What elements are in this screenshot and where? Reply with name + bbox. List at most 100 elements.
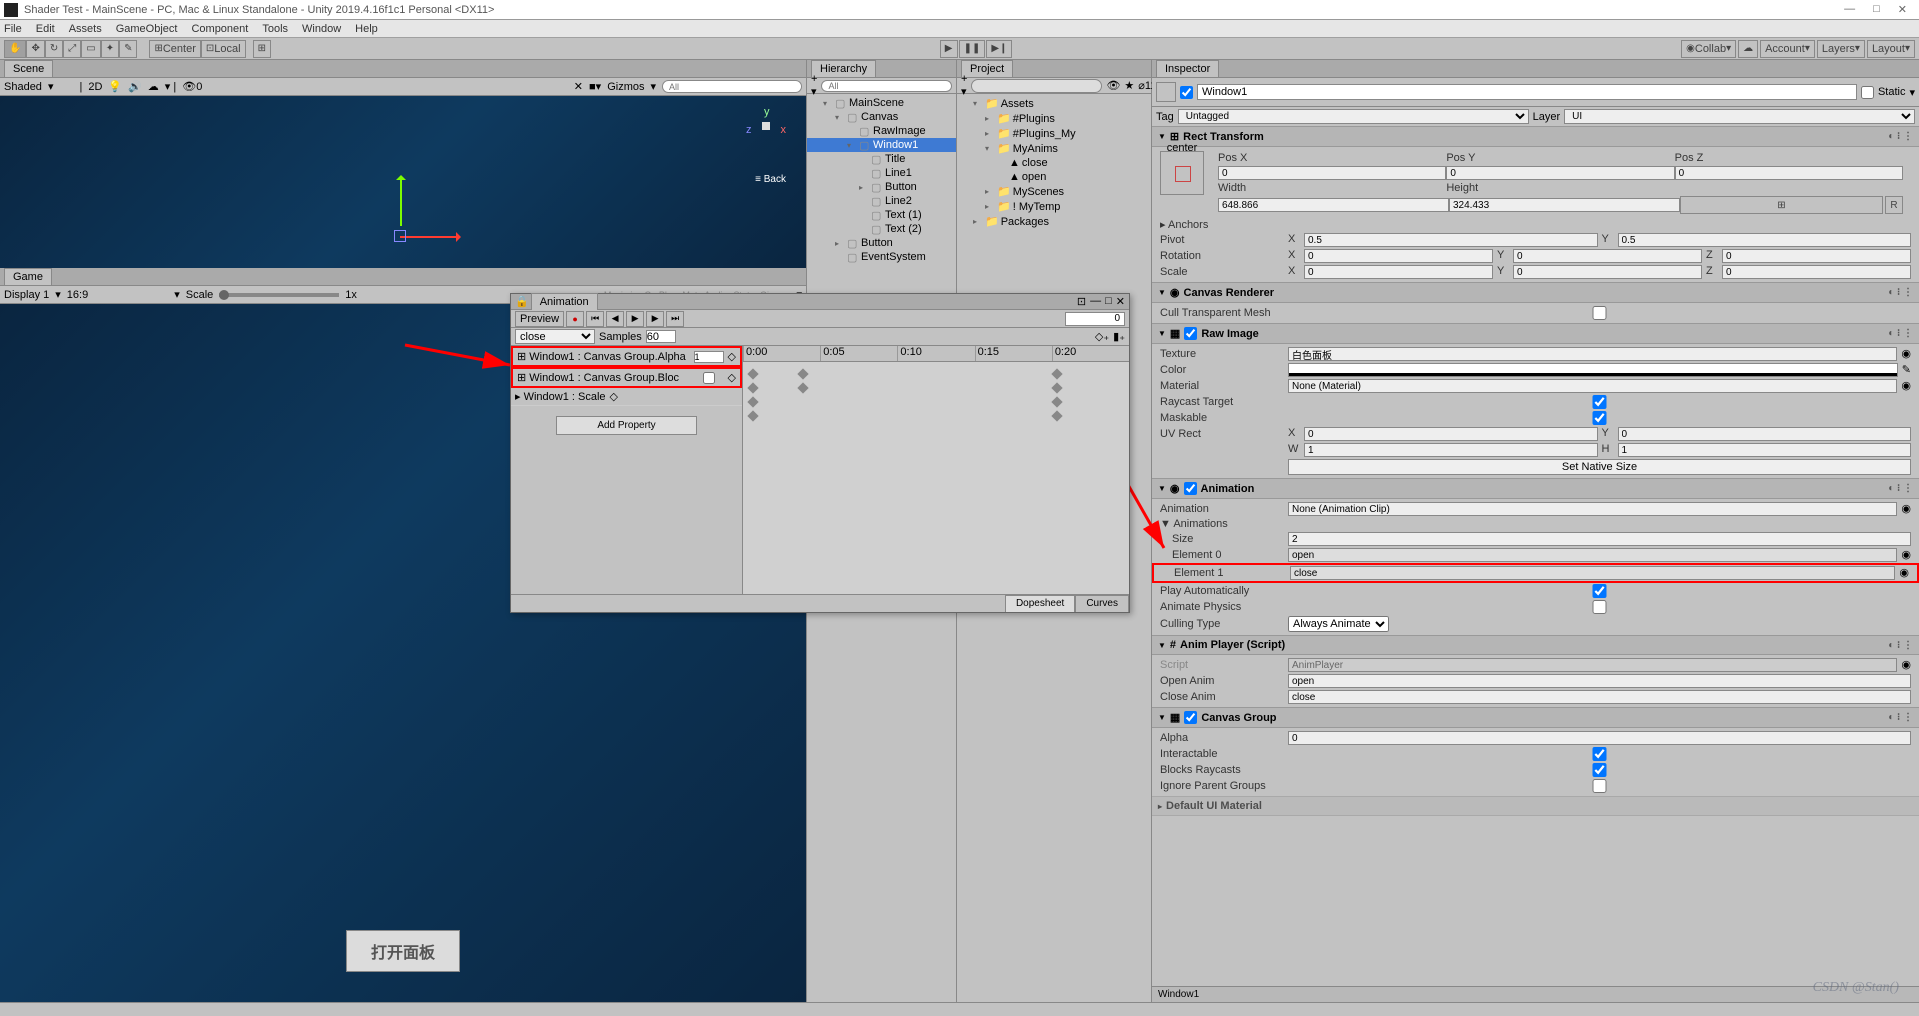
step-button[interactable]: ▶❙ bbox=[986, 40, 1012, 58]
maskable-checkbox[interactable] bbox=[1288, 411, 1911, 425]
color-picker-icon[interactable]: ✎ bbox=[1902, 363, 1911, 377]
gameobject-name-input[interactable] bbox=[1197, 84, 1857, 100]
anim-el1-input[interactable] bbox=[1290, 566, 1895, 580]
rot-y-input[interactable] bbox=[1513, 249, 1702, 263]
anim-close-icon[interactable]: ✕ bbox=[1116, 295, 1125, 308]
project-tab[interactable]: Project bbox=[961, 60, 1013, 77]
anim-physics-checkbox[interactable] bbox=[1288, 600, 1911, 614]
gizmos-dropdown[interactable]: Gizmos bbox=[607, 81, 644, 93]
static-checkbox[interactable] bbox=[1861, 86, 1874, 99]
pivot-y-input[interactable] bbox=[1618, 233, 1912, 247]
camera-icon[interactable]: ■▾ bbox=[589, 80, 601, 93]
canvas-renderer-header[interactable]: ▼◉Canvas Renderer◐ ⁝ ⋮ bbox=[1152, 282, 1919, 303]
first-frame-button[interactable]: ⏮ bbox=[586, 311, 604, 327]
gameobject-active-checkbox[interactable] bbox=[1180, 86, 1193, 99]
project-item[interactable]: ▾📁MyAnims bbox=[957, 141, 1151, 156]
project-item[interactable]: ▸📁MyScenes bbox=[957, 184, 1151, 199]
clip-dropdown[interactable]: close bbox=[515, 329, 595, 344]
scale-z-input[interactable] bbox=[1722, 265, 1911, 279]
interactable-checkbox[interactable] bbox=[1288, 747, 1911, 761]
scale-x-input[interactable] bbox=[1304, 265, 1493, 279]
hierarchy-item[interactable]: ▸▢Button bbox=[807, 180, 956, 194]
layout-button[interactable]: Layout ▾ bbox=[1867, 40, 1915, 58]
menu-help[interactable]: Help bbox=[355, 23, 378, 35]
menu-gameobject[interactable]: GameObject bbox=[116, 23, 178, 35]
anim-play-button[interactable]: ▶ bbox=[626, 311, 644, 327]
anim-min-icon[interactable]: — bbox=[1090, 295, 1101, 308]
animation-tab[interactable]: Animation bbox=[531, 293, 598, 310]
pivot-center-button[interactable]: ⊞Center bbox=[149, 40, 200, 58]
layers-button[interactable]: Layers ▾ bbox=[1817, 40, 1865, 58]
anim-property-row[interactable]: ▸ Window1 : Scale◇ bbox=[511, 388, 742, 406]
set-native-size-button[interactable]: Set Native Size bbox=[1288, 459, 1911, 475]
project-item[interactable]: ▲open bbox=[957, 170, 1151, 184]
inspector-tab[interactable]: Inspector bbox=[1156, 60, 1219, 77]
custom-tool-icon[interactable]: ✎ bbox=[119, 40, 137, 58]
blocks-raycasts-checkbox[interactable] bbox=[1288, 763, 1911, 777]
material-picker-icon[interactable]: ◉ bbox=[1901, 379, 1911, 393]
open-anim-input[interactable] bbox=[1288, 674, 1911, 688]
add-keyframe-icon[interactable]: ◇₊ bbox=[1095, 330, 1109, 343]
move-tool-icon[interactable]: ✥ bbox=[26, 40, 44, 58]
cloud-button[interactable]: ☁ bbox=[1738, 40, 1758, 58]
play-auto-checkbox[interactable] bbox=[1288, 584, 1911, 598]
next-frame-button[interactable]: ▶ bbox=[646, 311, 664, 327]
culling-dropdown[interactable]: Always Animate bbox=[1288, 616, 1389, 632]
lighting-icon[interactable]: 💡 bbox=[108, 80, 122, 93]
scene-search-input[interactable] bbox=[662, 80, 802, 93]
project-item[interactable]: ▸📁Packages bbox=[957, 214, 1151, 229]
project-item[interactable]: ▸📁#Plugins_My bbox=[957, 126, 1151, 141]
anim-player-header[interactable]: ▼#Anim Player (Script)◐ ⁝ ⋮ bbox=[1152, 635, 1919, 655]
hidden-icon[interactable]: 👁0 bbox=[182, 80, 202, 93]
anim-property-row[interactable]: ⊞ Window1 : Canvas Group.Alpha◇ bbox=[511, 346, 742, 367]
close-button[interactable]: ✕ bbox=[1898, 3, 1907, 16]
close-anim-input[interactable] bbox=[1288, 690, 1911, 704]
mode-2d-button[interactable]: 2D bbox=[88, 81, 102, 93]
alpha-input[interactable] bbox=[1288, 731, 1911, 745]
orientation-gizmo[interactable]: y x z bbox=[746, 106, 786, 146]
raycast-checkbox[interactable] bbox=[1288, 395, 1911, 409]
hierarchy-item[interactable]: ▢Text (1) bbox=[807, 208, 956, 222]
fx-icon[interactable]: ☁ bbox=[148, 80, 159, 93]
anim-el0-input[interactable] bbox=[1288, 548, 1897, 562]
uv-y-input[interactable] bbox=[1618, 427, 1912, 441]
scale-slider[interactable] bbox=[219, 293, 339, 297]
scale-y-input[interactable] bbox=[1513, 265, 1702, 279]
blueprint-button[interactable]: ⊞ bbox=[1680, 196, 1883, 214]
tag-dropdown[interactable]: Untagged bbox=[1178, 109, 1529, 124]
scene-tab[interactable]: Scene bbox=[4, 60, 53, 77]
pivot-local-button[interactable]: ⊡Local bbox=[201, 40, 246, 58]
texture-input[interactable] bbox=[1288, 347, 1897, 361]
posz-input[interactable] bbox=[1675, 166, 1903, 180]
shaded-dropdown[interactable]: Shaded bbox=[4, 81, 42, 93]
record-button[interactable]: ● bbox=[566, 311, 584, 327]
uv-w-input[interactable] bbox=[1304, 443, 1598, 457]
pivot-x-input[interactable] bbox=[1304, 233, 1598, 247]
pause-button[interactable]: ❚❚ bbox=[959, 40, 986, 58]
default-material-header[interactable]: ▸Default UI Material bbox=[1152, 796, 1919, 816]
preview-button[interactable]: Preview bbox=[515, 311, 564, 327]
account-button[interactable]: Account ▾ bbox=[1760, 40, 1815, 58]
hierarchy-item[interactable]: ▢Line1 bbox=[807, 166, 956, 180]
dopesheet-tab[interactable]: Dopesheet bbox=[1005, 595, 1075, 612]
back-button[interactable]: ≡ Back bbox=[755, 174, 786, 185]
hierarchy-item[interactable]: ▾▢Window1 bbox=[807, 138, 956, 152]
color-field[interactable] bbox=[1288, 363, 1898, 377]
menu-window[interactable]: Window bbox=[302, 23, 341, 35]
hierarchy-item[interactable]: ▢Line2 bbox=[807, 194, 956, 208]
hierarchy-item[interactable]: ▢RawImage bbox=[807, 124, 956, 138]
raw-button[interactable]: R bbox=[1885, 196, 1903, 214]
play-button[interactable]: ▶ bbox=[940, 40, 958, 58]
width-input[interactable] bbox=[1218, 198, 1449, 212]
last-frame-button[interactable]: ⏭ bbox=[666, 311, 684, 327]
material-input[interactable] bbox=[1288, 379, 1897, 393]
anim-dock-icon[interactable]: ⊡ bbox=[1077, 295, 1086, 308]
rotate-tool-icon[interactable]: ↻ bbox=[45, 40, 63, 58]
hierarchy-item[interactable]: ▾▢MainScene bbox=[807, 96, 956, 110]
lock-icon[interactable]: 🔒 bbox=[515, 295, 529, 308]
project-search-input[interactable] bbox=[971, 79, 1102, 93]
hierarchy-tab[interactable]: Hierarchy bbox=[811, 60, 876, 77]
raw-image-header[interactable]: ▼▦Raw Image◐ ⁝ ⋮ bbox=[1152, 323, 1919, 344]
snap-button[interactable]: ⊞ bbox=[253, 40, 271, 58]
animation-comp-header[interactable]: ▼◉Animation◐ ⁝ ⋮ bbox=[1152, 478, 1919, 499]
